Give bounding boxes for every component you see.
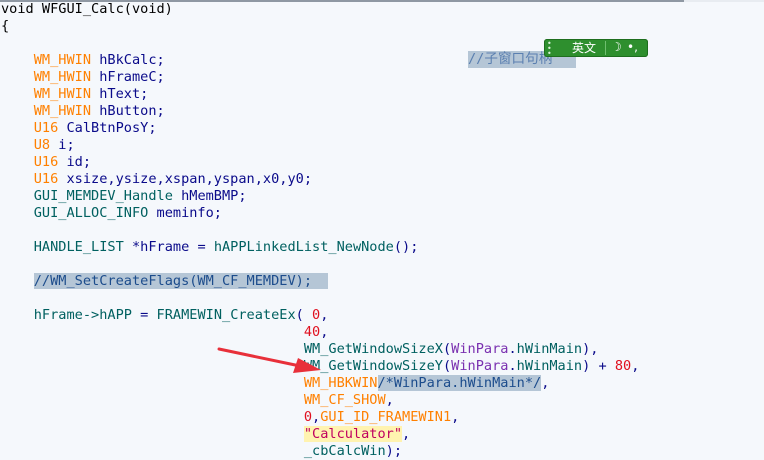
red-arrow-icon xyxy=(217,347,321,373)
arrow-head xyxy=(293,358,321,373)
